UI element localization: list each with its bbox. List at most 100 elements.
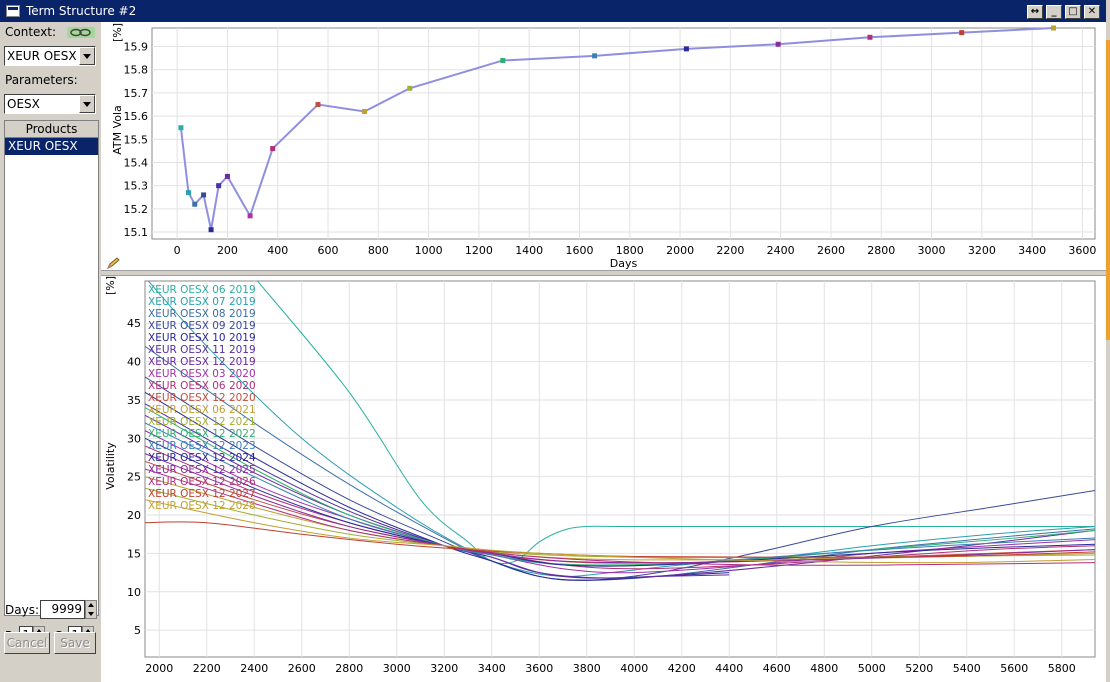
legend-entry: XEUR OESX 12 2019	[148, 356, 256, 368]
data-point	[361, 108, 367, 114]
data-point	[592, 53, 598, 59]
window-title: Term Structure #2	[26, 4, 137, 18]
chevron-down-icon[interactable]	[79, 47, 95, 65]
atm-vola-term-structure-chart[interactable]: 0 200 400 600 800 1000 1200 1400 1600 1800 2000 220…	[101, 22, 1106, 272]
x-tick-label: 1400	[515, 244, 543, 257]
x-axis-label: Days	[610, 257, 638, 270]
x-tick-label: 2000	[666, 244, 694, 257]
y-tick-label: 5	[134, 624, 141, 637]
y-tick-label: 15.7	[124, 87, 149, 100]
y-tick-label: 20	[127, 509, 141, 522]
legend-entry: XEUR OESX 06 2019	[148, 284, 256, 296]
legend-entry: XEUR OESX 12 2021	[148, 416, 256, 428]
x-tick-label: 0	[174, 244, 181, 257]
y-tick-label: 30	[127, 432, 141, 445]
x-tick-label: 2200	[716, 244, 744, 257]
plot-frame	[151, 27, 1096, 240]
window-right-edge	[1106, 0, 1110, 682]
context-select-value: XEUR OESX	[7, 49, 77, 63]
x-tick-label: 2200	[193, 662, 221, 675]
legend-entry: XEUR OESX 11 2019	[148, 344, 256, 356]
x-tick-label: 600	[318, 244, 339, 257]
x-tick-label: 3400	[1018, 244, 1046, 257]
y-axis-label: ATM Vola	[111, 105, 124, 155]
cancel-button[interactable]: Cancel	[4, 632, 50, 654]
x-tick-label: 2800	[867, 244, 895, 257]
legend-entry: XEUR OESX 12 2022	[148, 428, 256, 440]
legend-entry: XEUR OESX 06 2021	[148, 404, 256, 416]
legend-entry: XEUR OESX 09 2019	[148, 320, 256, 332]
data-point	[216, 183, 222, 189]
y-tick-label: 35	[127, 394, 141, 407]
y-tick-label: 40	[127, 356, 141, 369]
data-point	[224, 173, 230, 179]
minimize-button[interactable]: _	[1046, 5, 1062, 19]
x-tick-label: 3600	[525, 662, 553, 675]
x-tick-label: 2400	[767, 244, 795, 257]
data-point	[407, 85, 413, 91]
context-select[interactable]: XEUR OESX	[4, 46, 96, 66]
days-stepper[interactable]	[85, 600, 97, 619]
window-app-icon[interactable]	[6, 5, 20, 17]
close-button[interactable]: ✕	[1084, 5, 1100, 19]
x-tick-label: 1800	[616, 244, 644, 257]
x-tick-label: 400	[267, 244, 288, 257]
parameters-select[interactable]: OESX	[4, 94, 96, 114]
x-tick-label: 1600	[565, 244, 593, 257]
plot-frame	[144, 280, 1096, 658]
maximize-button[interactable]: □	[1065, 5, 1081, 19]
legend-entry: XEUR OESX 10 2019	[148, 332, 256, 344]
days-label: Days:	[5, 603, 39, 617]
x-tick-label: 5600	[1000, 662, 1028, 675]
legend-entry: XEUR OESX 12 2023	[148, 440, 256, 452]
move-arrows-icon[interactable]: ↔	[1027, 5, 1043, 19]
chevron-down-icon[interactable]	[79, 95, 95, 113]
save-button[interactable]: Save	[54, 632, 96, 654]
x-tick-label: 3000	[918, 244, 946, 257]
legend-entry: XEUR OESX 06 2020	[148, 380, 256, 392]
x-tick-label: 4600	[763, 662, 791, 675]
data-point	[683, 46, 689, 52]
pencil-icon[interactable]	[107, 257, 121, 269]
link-icon[interactable]	[67, 27, 95, 38]
data-point	[247, 213, 253, 219]
data-point	[192, 201, 198, 207]
data-point	[775, 41, 781, 47]
legend-entry: XEUR OESX 08 2019	[148, 308, 256, 320]
x-tick-label: 5000	[858, 662, 886, 675]
y-tick-label: 25	[127, 471, 141, 484]
x-tick-label: 1000	[415, 244, 443, 257]
data-point	[270, 146, 276, 152]
x-tick-label: 4200	[668, 662, 696, 675]
y-unit-label: [%]	[111, 23, 124, 42]
legend-entry: XEUR OESX 12 2025	[148, 464, 256, 476]
volatility-smile-chart[interactable]: 2000 2200 2400 2600 2800 3000 3200 3400 3600 3800…	[101, 276, 1106, 682]
days-input[interactable]: 9999	[40, 600, 85, 619]
x-tick-label: 2000	[145, 662, 173, 675]
x-tick-label: 4400	[715, 662, 743, 675]
data-point	[201, 192, 207, 198]
context-label: Context:	[5, 25, 57, 39]
y-tick-label: 10	[127, 586, 141, 599]
x-tick-label: 200	[217, 244, 238, 257]
products-header[interactable]: Products	[5, 121, 98, 138]
y-tick-label: 15.6	[124, 110, 149, 123]
data-point	[1051, 25, 1057, 31]
y-tick-label: 15.8	[124, 64, 149, 77]
x-tick-label: 3400	[478, 662, 506, 675]
data-point	[500, 57, 506, 63]
x-tick-label: 2800	[335, 662, 363, 675]
y-unit-label: [%]	[104, 276, 117, 295]
legend-entry: XEUR OESX 03 2020	[148, 368, 256, 380]
window-titlebar[interactable]: Term Structure #2 ↔ _ □ ✕	[0, 0, 1106, 22]
x-tick-label: 1200	[465, 244, 493, 257]
data-point	[185, 190, 191, 196]
data-point	[867, 34, 873, 40]
list-item[interactable]: XEUR OESX	[5, 138, 98, 155]
data-point	[178, 125, 184, 131]
data-point	[315, 102, 321, 108]
y-tick-label: 45	[127, 317, 141, 330]
parameters-label: Parameters:	[5, 73, 78, 87]
products-list[interactable]: Products XEUR OESX	[4, 120, 99, 616]
y-tick-label: 15.1	[124, 226, 149, 239]
